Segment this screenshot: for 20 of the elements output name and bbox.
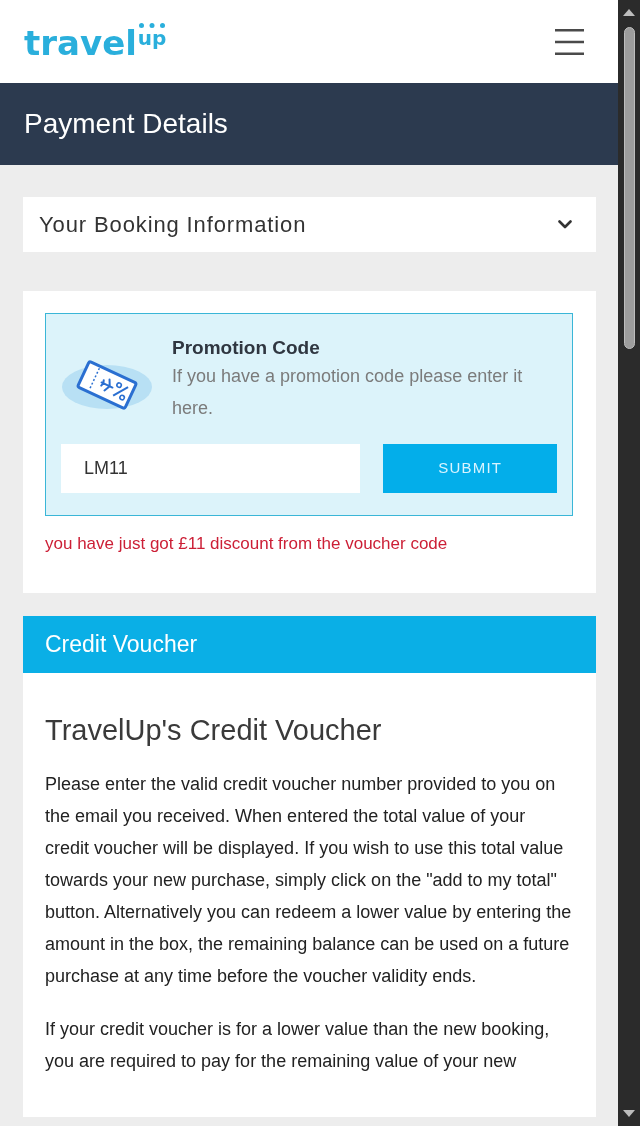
dots-icon (139, 23, 166, 28)
page-title: Payment Details (24, 110, 228, 138)
credit-voucher-heading: Credit Voucher (45, 630, 198, 660)
credit-voucher-paragraph: Please enter the valid credit voucher number provided to you on the email you received. When entered the total value of your credit voucher will be displayed. If you wish to use this total value towards your new purchase, simply click on the "add to my total" button. Alternatively you can redeem a lower value by entering the amount in the box, the remaining balance can be used on a future purchase at any time before the voucher validity ends. (45, 773, 573, 988)
scrollbar[interactable] (618, 0, 640, 1126)
promo-title: Promotion Code (172, 336, 321, 360)
submit-button[interactable]: SUBMIT (383, 444, 557, 493)
credit-voucher-title: TravelUp's Credit Voucher (45, 713, 383, 747)
menu-icon (555, 28, 584, 55)
booking-info-toggle[interactable]: Your Booking Information (23, 197, 596, 252)
logo-wordmark[interactable]: travel (24, 26, 137, 60)
scroll-up-icon[interactable] (623, 9, 635, 16)
logo-superscript[interactable]: up (137, 28, 167, 48)
scrollbar-thumb[interactable] (623, 27, 635, 349)
promo-code-input[interactable]: LM11 (61, 444, 361, 493)
promo-description: If you have a promotion code please enter it here. (172, 365, 524, 420)
credit-voucher-paragraph: If your credit voucher is for a lower value than the new booking, you are required to pay for the remaining value of your new (45, 1018, 551, 1073)
scroll-down-icon[interactable] (623, 1110, 635, 1117)
menu-button[interactable] (555, 28, 584, 55)
discount-message: you have just got £11 discount from the voucher code (45, 533, 449, 555)
